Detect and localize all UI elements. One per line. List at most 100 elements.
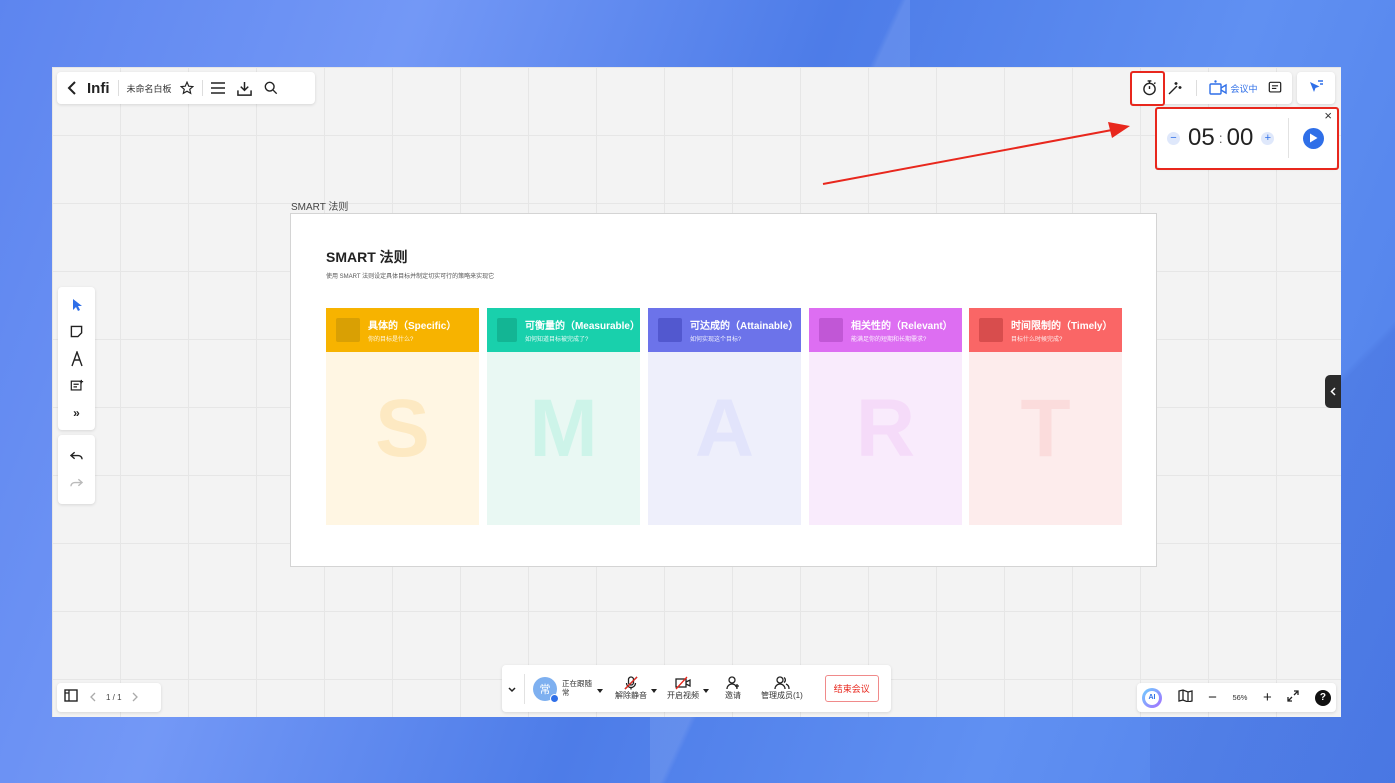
meeting-label: 会议中 [1230, 83, 1258, 94]
zoom-toolbar: AI − 56% + ? [1137, 683, 1336, 712]
timer-icon-highlight [1130, 71, 1165, 106]
card-letter: T [1020, 383, 1071, 474]
ai-icon[interactable]: AI [1142, 687, 1162, 708]
search-icon[interactable] [264, 81, 278, 95]
card-title: 可达成的（Attainable） [690, 321, 799, 332]
card-title: 相关性的（Relevant） [851, 321, 953, 332]
page-navigator: 1 / 1 [57, 683, 161, 712]
card-header: 相关性的（Relevant） 能满足你的短期和长期需求? [809, 308, 962, 352]
text-card-icon[interactable] [58, 372, 95, 399]
fullscreen-icon[interactable] [1287, 689, 1300, 707]
card-icon [979, 318, 1003, 342]
minimap-icon[interactable] [1177, 688, 1193, 707]
card-icon [336, 318, 360, 342]
card-attainable[interactable]: 可达成的（Attainable） 如何实现这个目标? A [648, 308, 801, 525]
smart-frame[interactable]: SMART 法则 使用 SMART 法则设定具体目标并制定切实可行的策略来实现它… [290, 213, 1157, 567]
divider [201, 80, 203, 96]
chevron-down-icon[interactable] [651, 680, 657, 698]
card-timely[interactable]: 时间限制的（Timely） 目标什么时候完成? T [969, 308, 1122, 525]
card-header: 时间限制的（Timely） 目标什么时候完成? [969, 308, 1122, 352]
divider [1195, 80, 1197, 96]
divider [117, 80, 119, 96]
mic-off-icon [624, 676, 638, 690]
board-title[interactable]: 未命名白板 [127, 82, 172, 95]
card-subtitle: 如何实现这个目标? [690, 337, 742, 343]
card-header: 具体的（Specific） 你的目标是什么? [326, 308, 479, 352]
card-header: 可衡量的（Measurable） 如何知道目标被完成了? [487, 308, 640, 352]
card-measurable[interactable]: 可衡量的（Measurable） 如何知道目标被完成了? M [487, 308, 640, 525]
follow-pointer-button[interactable] [1297, 72, 1335, 104]
frame-title: SMART 法则 [326, 249, 408, 265]
follow-status[interactable]: 正在跟随 常 [562, 679, 592, 697]
card-header-text: 相关性的（Relevant） 能满足你的短期和长期需求? [851, 317, 953, 343]
frame-subtitle: 使用 SMART 法则设定具体目标并制定切实可行的策略来实现它 [326, 274, 495, 280]
sticky-note-icon[interactable] [58, 318, 95, 345]
chevron-right-icon[interactable] [132, 689, 138, 707]
pen-icon[interactable] [58, 345, 95, 372]
help-button[interactable]: ? [1314, 689, 1331, 706]
card-subtitle: 能满足你的短期和长期需求? [851, 337, 927, 343]
card-letter: A [694, 383, 755, 474]
star-icon[interactable] [179, 81, 194, 95]
card-subtitle: 你的目标是什么? [368, 337, 414, 343]
pointer-follow-icon [1308, 79, 1324, 98]
card-icon [497, 318, 517, 342]
card-relevant[interactable]: 相关性的（Relevant） 能满足你的短期和长期需求? R [809, 308, 962, 525]
menu-icon[interactable] [210, 82, 225, 94]
brand-name: Infi [87, 79, 110, 97]
manage-members-button[interactable]: 管理成员(1) [761, 676, 803, 701]
invite-button[interactable]: 邀请 [725, 676, 741, 701]
card-icon [819, 318, 843, 342]
zoom-in-button[interactable]: + [1263, 689, 1272, 706]
video-button[interactable]: 开启视频 [667, 676, 699, 701]
meeting-status[interactable]: 会议中 [1209, 80, 1257, 96]
chevron-left-icon[interactable] [67, 81, 77, 95]
tools-panel: » [58, 287, 95, 430]
page-indicator: 1 / 1 [106, 693, 122, 702]
chevron-down-icon[interactable] [703, 680, 709, 698]
chevron-down-icon[interactable] [508, 680, 516, 698]
divider [524, 673, 525, 704]
more-icon[interactable]: » [58, 399, 95, 426]
zoom-value[interactable]: 56% [1232, 693, 1247, 702]
avatar[interactable]: 常 [533, 676, 559, 703]
layout-panel-icon[interactable] [64, 688, 78, 707]
video-off-icon [675, 676, 691, 690]
card-specific[interactable]: 具体的（Specific） 你的目标是什么? S [326, 308, 479, 525]
card-icon [658, 318, 682, 342]
members-icon [774, 676, 790, 690]
card-letter: S [375, 383, 430, 474]
comment-icon[interactable] [1268, 81, 1282, 95]
top-left-toolbar: Infi 未命名白板 [57, 72, 315, 104]
download-icon[interactable] [236, 81, 252, 96]
members-label: 管理成员(1) [761, 691, 803, 700]
frame-label[interactable]: SMART 法则 [291, 198, 348, 213]
card-header-text: 具体的（Specific） 你的目标是什么? [368, 317, 456, 343]
right-panel-toggle[interactable] [1325, 375, 1341, 408]
chevron-left-icon[interactable] [90, 689, 96, 707]
cursor-icon[interactable] [58, 291, 95, 318]
card-header: 可达成的（Attainable） 如何实现这个目标? [648, 308, 801, 352]
video-label: 开启视频 [667, 691, 699, 700]
zoom-out-button[interactable]: − [1208, 689, 1217, 706]
ai-label: AI [1145, 690, 1159, 705]
card-header-text: 可达成的（Attainable） 如何实现这个目标? [690, 317, 798, 343]
end-meeting-button[interactable]: 结束会议 [824, 675, 879, 702]
card-header-text: 时间限制的（Timely） 目标什么时候完成? [1011, 317, 1113, 343]
unmute-button[interactable]: 解除静音 [615, 676, 647, 701]
card-letter: M [529, 383, 598, 474]
card-subtitle: 目标什么时候完成? [1011, 337, 1063, 343]
invite-label: 邀请 [725, 691, 741, 700]
card-letter: R [855, 383, 916, 474]
card-subtitle: 如何知道目标被完成了? [524, 337, 589, 343]
avatar-text: 常 [539, 683, 551, 696]
card-header-text: 可衡量的（Measurable） 如何知道目标被完成了? [525, 317, 640, 343]
card-title: 时间限制的（Timely） [1011, 321, 1113, 332]
chevron-down-icon[interactable] [597, 680, 603, 698]
whiteboard-app: Infi 未命名白板 会议中 − 05 : 00 + × SMART 法则 SM… [52, 67, 1341, 717]
magic-wand-icon[interactable] [1167, 80, 1183, 96]
card-title: 可衡量的（Measurable） [524, 321, 640, 332]
undo-icon[interactable] [58, 443, 95, 470]
follow-badge-icon [550, 693, 559, 703]
chevron-left-icon [1330, 383, 1336, 401]
